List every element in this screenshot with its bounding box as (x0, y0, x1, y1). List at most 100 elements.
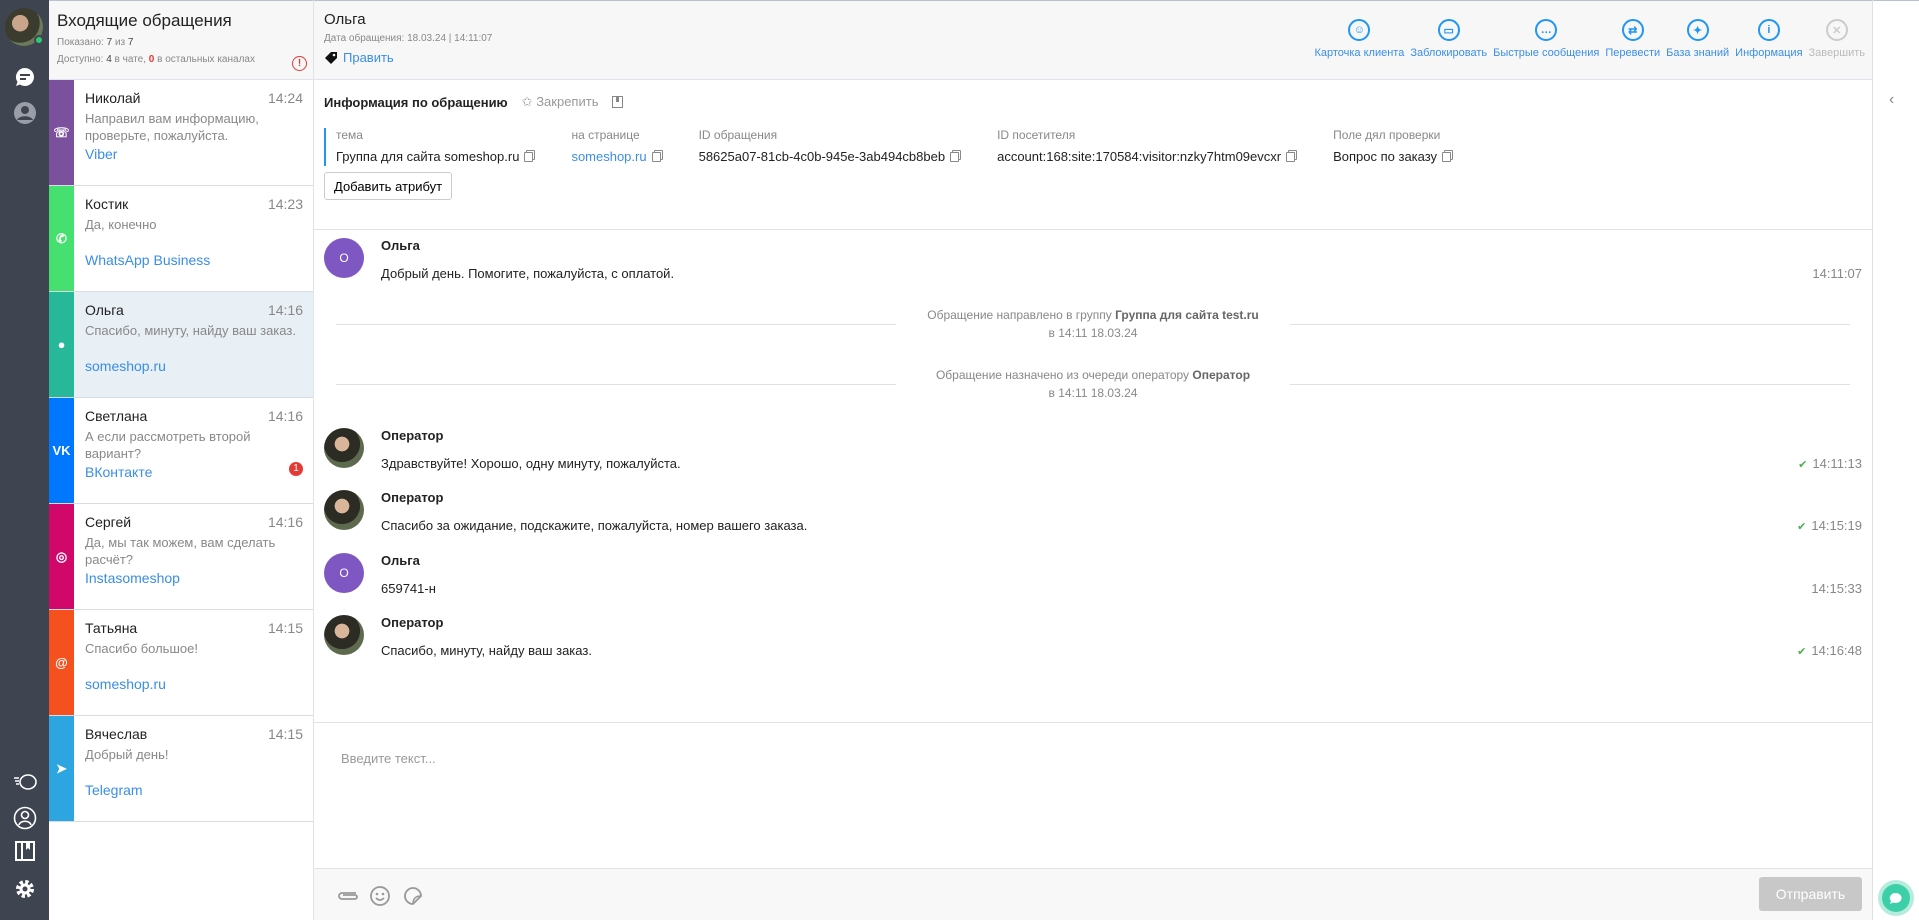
operator-avatar (324, 615, 364, 655)
conversation-panel: Ольга Дата обращения: 18.03.24 | 14:11:0… (314, 0, 1873, 920)
delivered-check-icon: ✔ (1797, 521, 1807, 533)
send-button[interactable]: Отправить (1759, 877, 1862, 911)
channel-name: ВКонтакте (85, 464, 153, 480)
contacts-icon[interactable] (12, 100, 38, 126)
warning-icon[interactable]: ! (292, 56, 307, 71)
chat-bubble-icon: ● (49, 292, 74, 397)
attribute: ID посетителя account:168:site:170584:vis… (997, 128, 1296, 166)
message-time: ✔ 14:15:19 (1797, 518, 1862, 533)
vk-icon: VK (49, 398, 74, 503)
bookmark-icon[interactable] (612, 96, 624, 108)
last-message-time: 14:16 (267, 408, 303, 424)
system-event: Обращение назначено из очереди оператору… (336, 364, 1850, 404)
quick-replies-icon[interactable] (12, 770, 38, 796)
message-text: Спасибо за ожидание, подскажите, пожалуй… (381, 518, 808, 533)
attribute: тема Группа для сайта someshop.ru (336, 128, 534, 166)
attribute-value: Вопрос по заказу (1333, 149, 1438, 164)
settings-icon[interactable] (12, 876, 38, 902)
copy-icon[interactable] (950, 152, 960, 162)
message-author: Ольга (381, 553, 420, 568)
attribute-label: ID посетителя (997, 128, 1076, 142)
knowledge-base-icon[interactable] (12, 838, 38, 864)
operator-avatar (324, 490, 364, 530)
action-label: База знаний (1666, 47, 1730, 59)
add-attribute-button[interactable]: Добавить атрибут (324, 172, 453, 200)
finish-button[interactable]: ✕ Завершить (1806, 19, 1868, 59)
emoji-icon[interactable] (369, 885, 391, 907)
message: Оператор Здравствуйте! Хорошо, одну мину… (324, 420, 1862, 480)
last-message-time: 14:24 (267, 90, 303, 106)
block-button[interactable]: ▭ Заблокировать (1407, 19, 1490, 59)
conversation-header: Ольга Дата обращения: 18.03.24 | 14:11:0… (314, 0, 1872, 80)
attribute: на странице someshop.ru (571, 128, 661, 166)
last-message-preview: Спасибо, минуту, найду ваш заказ. (85, 323, 296, 338)
message-author: Оператор (381, 490, 444, 505)
conversation-item[interactable]: ● Ольга 14:16 Спасибо, минуту, найду ваш… (49, 292, 313, 398)
information-icon: i (1757, 19, 1780, 41)
message: Оператор Спасибо, минуту, найду ваш зака… (324, 607, 1862, 667)
client-card-button[interactable]: ☺ Карточка клиента (1311, 19, 1407, 59)
chat-widget-button[interactable] (1882, 884, 1910, 912)
copy-icon[interactable] (1286, 152, 1296, 162)
knowledge-base-button[interactable]: ✦ База знаний (1663, 19, 1732, 59)
message-text: Здравствуйте! Хорошо, одну минуту, пожал… (381, 456, 681, 471)
last-message-preview: Да, конечно (85, 217, 157, 232)
sticker-icon[interactable] (402, 885, 424, 907)
information-button[interactable]: i Информация (1732, 19, 1805, 59)
conversation-item[interactable]: ✆ Костик 14:23 Да, конечно WhatsApp Busi… (49, 186, 313, 292)
chevron-left-icon[interactable]: ‹ (1889, 91, 1894, 109)
quick-messages-icon: … (1535, 19, 1558, 41)
viber-icon: ☏ (49, 80, 74, 185)
attach-icon[interactable] (336, 885, 358, 907)
conversation-item[interactable]: VK Светлана 14:16 А если рассмотреть вто… (49, 398, 313, 504)
copy-icon[interactable] (651, 152, 661, 162)
instagram-icon: ◎ (49, 504, 74, 609)
copy-icon[interactable] (524, 152, 534, 162)
last-message-time: 14:15 (267, 620, 303, 636)
transfer-icon: ⇄ (1621, 19, 1644, 41)
last-message-preview: Направил вам информацию, проверьте, пожа… (85, 111, 259, 143)
quick-messages-button[interactable]: … Быстрые сообщения (1490, 19, 1602, 59)
copy-icon[interactable] (1442, 152, 1452, 162)
last-message-preview: Спасибо большое! (85, 641, 198, 656)
message-author: Оператор (381, 428, 444, 443)
message: О Ольга Добрый день. Помогите, пожалуйст… (324, 230, 1862, 290)
message-thread: О Ольга Добрый день. Помогите, пожалуйст… (314, 230, 1872, 722)
pin-icon: ✩ (521, 94, 533, 109)
shown-count: Показано: 7 из 7 (57, 37, 134, 48)
knowledge-base-icon: ✦ (1686, 19, 1709, 41)
last-message-time: 14:16 (267, 302, 303, 318)
action-label: Быстрые сообщения (1493, 47, 1600, 59)
conversation-item[interactable]: @ Татьяна 14:15 Спасибо большое! somesho… (49, 610, 313, 716)
action-label: Перевести (1605, 47, 1661, 59)
system-event: Обращение направлено в группу Группа для… (336, 304, 1850, 344)
conversation-item[interactable]: ☏ Николай 14:24 Направил вам информацию,… (49, 80, 313, 186)
user-avatar[interactable] (5, 8, 44, 46)
attribute-label: ID обращения (698, 128, 778, 142)
delivered-check-icon: ✔ (1798, 459, 1808, 471)
last-message-time: 14:23 (267, 196, 303, 212)
message-text: Добрый день. Помогите, пожалуйста, с опл… (381, 266, 675, 281)
users-icon[interactable] (12, 805, 38, 831)
message-text: 659741-н (381, 581, 436, 596)
action-label: Завершить (1808, 47, 1865, 59)
block-icon: ▭ (1437, 19, 1460, 41)
message-input[interactable]: Введите текст... (314, 722, 1872, 868)
message: Оператор Спасибо за ожидание, подскажите… (324, 482, 1862, 542)
transfer-button[interactable]: ⇄ Перевести (1602, 19, 1663, 59)
message-time: ✔ 14:16:48 (1797, 643, 1862, 658)
delivered-check-icon: ✔ (1797, 646, 1807, 658)
message-time: 14:15:33 (1811, 581, 1862, 596)
pin-button[interactable]: ✩ Закрепить (522, 94, 599, 110)
conversation-item[interactable]: ◎ Сергей 14:16 Да, мы так можем, вам сде… (49, 504, 313, 610)
message-author: Оператор (381, 615, 444, 630)
conversation-item[interactable]: ➤ Вячеслав 14:15 Добрый день! Telegram (49, 716, 313, 822)
attribute: ID обращения 58625a07-81cb-4c0b-945e-3ab4… (699, 128, 960, 166)
telegram-icon: ➤ (49, 716, 74, 821)
unread-badge: 1 (289, 462, 303, 476)
online-status-dot (34, 35, 44, 45)
email-icon: @ (49, 610, 74, 715)
available-count: Доступно: 4 в чате, 0 в остальных канала… (57, 54, 255, 65)
chats-icon[interactable] (12, 64, 38, 90)
attribute-value[interactable]: someshop.ru (571, 149, 646, 164)
